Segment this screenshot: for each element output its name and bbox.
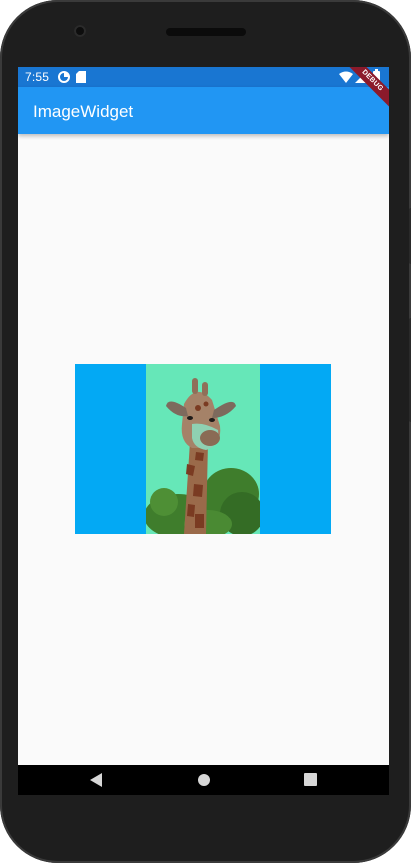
app-title: ImageWidget xyxy=(33,102,134,121)
sd-card-icon xyxy=(76,70,86,88)
recents-icon[interactable] xyxy=(304,773,317,791)
data-saver-icon xyxy=(58,70,70,88)
image-container xyxy=(75,364,331,534)
back-icon[interactable] xyxy=(90,773,102,792)
front-camera xyxy=(74,25,86,37)
giraffe-photo xyxy=(146,364,260,534)
navigation-bar xyxy=(18,765,389,795)
wifi-icon xyxy=(339,70,353,88)
status-bar: 7:55 xyxy=(18,67,389,87)
earpiece-speaker xyxy=(166,28,246,36)
device-screen: 7:55 ImageWidget DEBUG xyxy=(18,67,389,795)
app-bar: ImageWidget xyxy=(18,87,389,134)
status-time: 7:55 xyxy=(25,70,50,84)
home-icon[interactable] xyxy=(197,773,211,792)
phone-frame: 7:55 ImageWidget DEBUG xyxy=(0,0,411,863)
